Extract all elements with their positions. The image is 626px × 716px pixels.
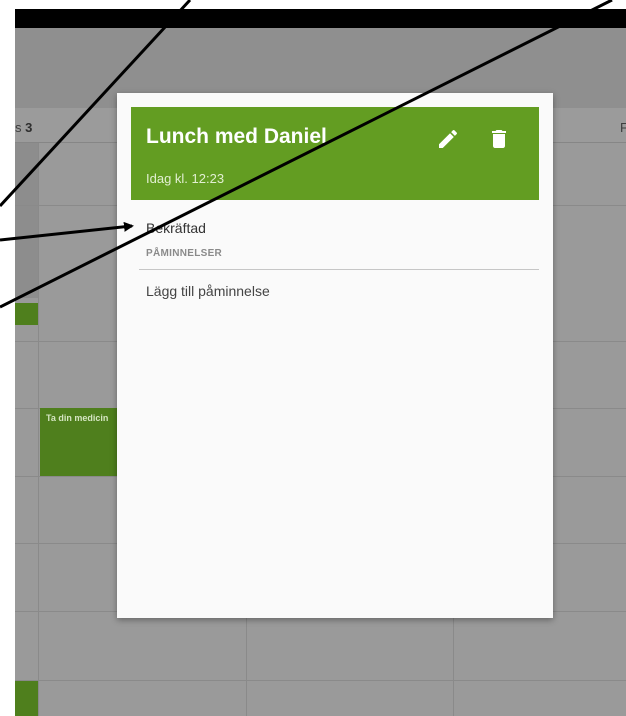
annotation-arrow	[0, 221, 134, 242]
annotation-line	[0, 0, 613, 309]
annotation-overlay	[0, 0, 613, 309]
annotation-line	[0, 0, 192, 208]
